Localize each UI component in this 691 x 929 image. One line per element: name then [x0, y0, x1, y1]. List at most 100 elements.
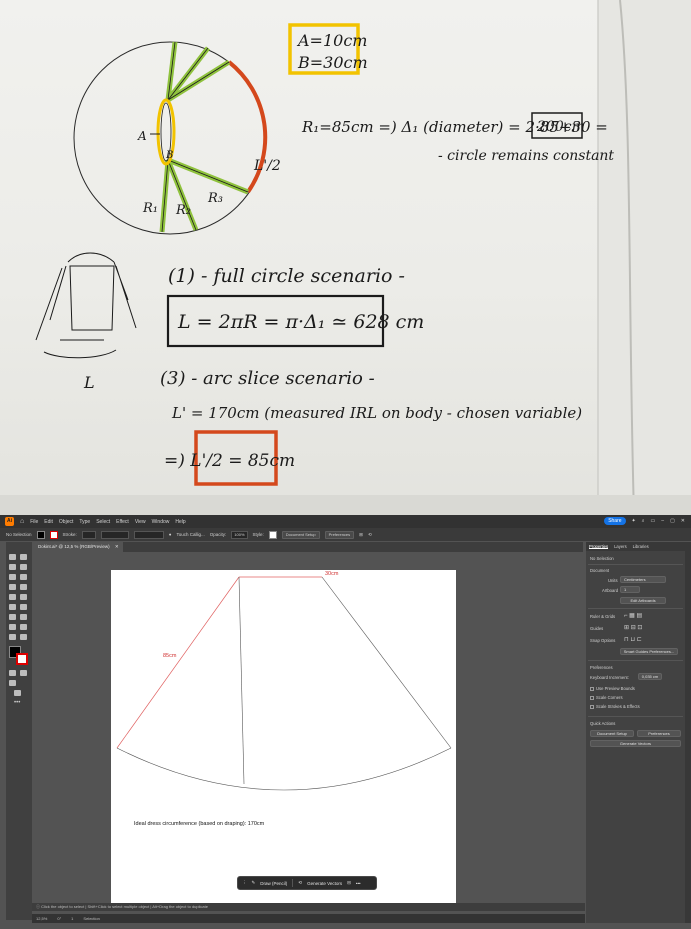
document-tab[interactable]: Dokint.ai* @ 12,5 % (RGB/Preview) ✕	[35, 542, 123, 552]
rotation-angle[interactable]: 0°	[57, 914, 61, 923]
artboard-select[interactable]: 1	[620, 586, 640, 593]
shape-builder-tool-icon[interactable]	[20, 604, 27, 610]
hand-tool-icon[interactable]	[20, 624, 27, 630]
app-logo-icon: Ai	[5, 517, 14, 526]
more-tools-icon[interactable]: •••	[14, 700, 20, 706]
selection-tool-icon[interactable]	[9, 554, 16, 560]
artboard[interactable]: 30cm 85cm Ideal dress circumference (bas…	[111, 570, 456, 908]
quick-generate-vectors-button[interactable]: Generate Vectors	[590, 740, 681, 747]
type-tool-icon[interactable]	[9, 584, 16, 590]
label-b: B	[165, 150, 173, 161]
use-preview-bounds-row[interactable]: Use Preview Bounds	[590, 686, 635, 691]
checkbox-icon[interactable]	[590, 695, 594, 700]
stroke-weight-field[interactable]	[81, 530, 96, 539]
color-mode-icon[interactable]	[9, 670, 16, 676]
gradient-mode-icon[interactable]	[20, 670, 27, 676]
use-preview-bounds-label: Use Preview Bounds	[596, 686, 635, 691]
more-options-icon[interactable]: •••	[356, 881, 361, 886]
transform-icon[interactable]: ⟲	[368, 532, 372, 538]
style-swatch[interactable]	[268, 530, 277, 539]
menu-effect[interactable]: Effect	[116, 519, 129, 525]
top-dimension-label: 30cm	[325, 571, 339, 577]
document-setup-button[interactable]: Document Setup	[281, 530, 320, 539]
share-button[interactable]: Share	[604, 517, 626, 525]
direct-selection-tool-icon[interactable]	[20, 554, 27, 560]
units-select[interactable]: Centimeters	[620, 576, 666, 583]
artboard-number[interactable]: 1	[71, 914, 73, 923]
edit-artboards-button[interactable]: Edit Artboards	[620, 597, 666, 604]
draw-mode-icon[interactable]	[9, 680, 16, 686]
menu-edit[interactable]: Edit	[44, 519, 53, 525]
menu-select[interactable]: Select	[96, 519, 110, 525]
close-icon[interactable]: ✕	[681, 518, 685, 524]
stroke-color-icon[interactable]	[16, 653, 28, 665]
stroke-swatch[interactable]	[49, 530, 58, 539]
blend-tool-icon[interactable]	[20, 614, 27, 620]
menu-window[interactable]: Window	[152, 519, 170, 525]
minimize-icon[interactable]: –	[661, 518, 664, 524]
checkbox-icon[interactable]	[590, 686, 594, 691]
menubar-right: Share ✦ ⌕ ▭ – ▢ ✕	[604, 517, 685, 525]
menu-object[interactable]: Object	[59, 519, 73, 525]
menu-file[interactable]: File	[30, 519, 38, 525]
label-r1: R₁	[142, 201, 158, 216]
eraser-tool-icon[interactable]	[9, 594, 16, 600]
scale-strokes-row[interactable]: Scale Strokes & Effects	[590, 704, 640, 709]
keyboard-increment-field[interactable]: 0,035 cm	[638, 673, 662, 680]
home-icon[interactable]: ⌂	[20, 518, 24, 525]
width-tool-icon[interactable]	[9, 604, 16, 610]
lightbulb-icon[interactable]: ✦	[632, 518, 636, 524]
panel-divider	[588, 564, 683, 565]
tab-libraries[interactable]: Libraries	[633, 544, 649, 549]
scale-tool-icon[interactable]	[20, 594, 27, 600]
guides-icons[interactable]: ⊞ ⊟ ⊡	[624, 624, 642, 631]
eyedropper-tool-icon[interactable]	[9, 614, 16, 620]
draw-pencil-button[interactable]: Draw (Pencil)	[260, 881, 287, 886]
panel-no-selection: No Selection	[590, 556, 614, 561]
quick-preferences-button[interactable]: Preferences	[637, 730, 681, 737]
checkbox-icon[interactable]	[590, 704, 594, 709]
menu-type[interactable]: Type	[79, 519, 90, 525]
taskbar-handle-icon[interactable]: ⋮	[242, 880, 247, 886]
artboard-tool-icon[interactable]	[9, 624, 16, 630]
fill-swatch[interactable]	[36, 530, 45, 539]
line-tool-icon[interactable]	[20, 574, 27, 580]
tab-properties[interactable]: Properties	[589, 544, 609, 549]
settings-icon[interactable]: ⊟	[347, 880, 351, 886]
snap-icons[interactable]: ⊓ ⊔ ⊏	[624, 636, 642, 643]
scale-corners-row[interactable]: Scale Corners	[590, 695, 623, 700]
maximize-icon[interactable]: ▢	[670, 518, 675, 524]
tab-close-icon[interactable]: ✕	[115, 544, 119, 549]
zoom-tool-icon[interactable]	[20, 634, 27, 640]
chart-tool-icon[interactable]	[9, 634, 16, 640]
tab-layers[interactable]: Layers	[614, 544, 627, 549]
preferences-button[interactable]: Preferences	[324, 530, 355, 539]
boxed-value: 200cm	[536, 119, 585, 135]
canvas-area[interactable]: 30cm 85cm Ideal dress circumference (bas…	[35, 552, 583, 914]
pen-tool-icon[interactable]	[9, 564, 16, 570]
right-edge	[321, 576, 452, 749]
brush-field[interactable]	[133, 530, 164, 539]
brush-name[interactable]: Touch Callig...	[177, 532, 205, 537]
smart-guides-button[interactable]: Smart Guides Preferences...	[620, 648, 678, 655]
current-tool[interactable]: Selection	[83, 914, 99, 923]
arrange-icon[interactable]: ▭	[651, 518, 656, 524]
opacity-field[interactable]: 100%	[231, 530, 248, 539]
taskbar-divider	[292, 879, 294, 887]
ideal-circumference-text[interactable]: Ideal dress circumference (based on drap…	[134, 821, 264, 827]
curvature-tool-icon[interactable]	[20, 564, 27, 570]
screen-mode-icon[interactable]	[14, 690, 21, 696]
generate-vectors-button[interactable]: Generate Vectors	[307, 881, 342, 886]
rectangle-tool-icon[interactable]	[9, 574, 16, 580]
status-hint: Click the object to select | Shift+Click…	[41, 904, 208, 909]
menu-view[interactable]: View	[135, 519, 146, 525]
align-icon[interactable]: ⊞	[359, 532, 363, 538]
ruler-icons[interactable]: ⌐ ▦ ▤	[624, 612, 642, 619]
rotate-tool-icon[interactable]	[20, 584, 27, 590]
menu-help[interactable]: Help	[175, 519, 185, 525]
quick-document-setup-button[interactable]: Document Setup	[590, 730, 634, 737]
variable-width-field[interactable]	[100, 530, 129, 539]
search-icon[interactable]: ⌕	[642, 518, 645, 524]
zoom-level[interactable]: 12,5%	[36, 914, 47, 923]
dress-sketch	[35, 252, 137, 359]
